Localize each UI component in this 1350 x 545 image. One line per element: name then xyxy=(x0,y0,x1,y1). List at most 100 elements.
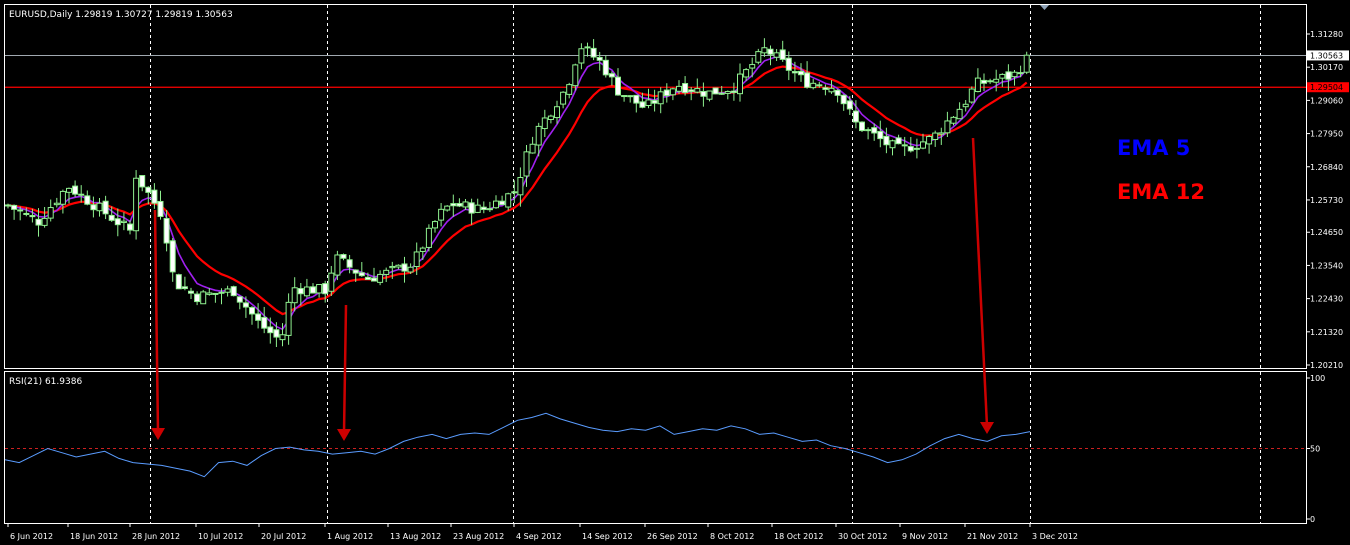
candle-body xyxy=(267,326,274,334)
date-tick-label: 23 Aug 2012 xyxy=(453,532,504,541)
candle-body xyxy=(517,176,524,196)
candle-body xyxy=(755,51,762,63)
candle-body xyxy=(718,92,725,95)
date-tick-label: 8 Oct 2012 xyxy=(710,532,754,541)
candle-body xyxy=(114,218,121,226)
candle-body xyxy=(102,200,109,215)
candle-body xyxy=(639,101,646,108)
candle-body xyxy=(41,217,48,226)
price-tick-label: 1.27950 xyxy=(1310,130,1343,139)
price-tick-label: 1.30170 xyxy=(1310,63,1343,72)
candle-body xyxy=(364,276,371,280)
candle-body xyxy=(29,215,36,218)
candle-body xyxy=(834,89,841,96)
candle-body xyxy=(78,193,85,196)
candle-body xyxy=(480,206,487,211)
candle-body xyxy=(932,132,939,140)
candle-body xyxy=(511,191,518,194)
candle-body xyxy=(889,140,896,149)
candle-body xyxy=(560,91,567,105)
candle-body xyxy=(926,136,933,145)
candle-body xyxy=(962,103,969,108)
candle-body xyxy=(188,290,194,294)
candle-body xyxy=(206,292,213,295)
candle-body xyxy=(96,202,103,212)
candle-body xyxy=(5,204,11,207)
candle-body xyxy=(913,147,920,150)
candle-body xyxy=(767,48,774,55)
candle-body xyxy=(871,127,878,134)
rsi-tick-label: 50 xyxy=(1310,445,1320,454)
candle-body xyxy=(645,99,652,106)
candle-body xyxy=(261,317,268,329)
candle-body xyxy=(17,209,24,212)
candle-body xyxy=(846,100,853,110)
price-tick-label: 1.26840 xyxy=(1310,163,1343,172)
price-tick-label: 1.22430 xyxy=(1310,295,1343,304)
candle-body xyxy=(663,89,670,97)
candle-body xyxy=(151,189,158,204)
candle-body xyxy=(47,207,54,219)
candle-body xyxy=(291,287,298,304)
candle-body xyxy=(310,286,316,294)
vertical-gridlines xyxy=(150,5,1261,523)
eurusd-chart: 1.20210 1.21320 1.22430 1.23540 1.24650 1.257… xyxy=(4,4,1349,541)
candle-body xyxy=(218,291,225,294)
candle-body xyxy=(602,59,609,76)
candle-body xyxy=(974,77,981,93)
candle-body xyxy=(981,79,987,84)
scroll-marker-icon[interactable] xyxy=(1040,5,1049,10)
candle-body xyxy=(865,129,872,132)
arrow-shaft xyxy=(153,209,160,433)
rsi-tick-label: 100 xyxy=(1310,374,1325,383)
candle-body xyxy=(907,146,914,152)
candle-body xyxy=(181,286,188,290)
candle-body xyxy=(212,292,219,295)
candle-body xyxy=(505,193,512,208)
candle-body xyxy=(72,185,79,195)
legend-ema5: EMA 5 xyxy=(1117,136,1190,160)
candle-body xyxy=(285,301,292,336)
candle-body xyxy=(35,218,42,226)
candle-body xyxy=(773,52,780,58)
candle-body xyxy=(224,288,231,293)
date-tick-label: 1 Aug 2012 xyxy=(327,532,373,541)
candle-body xyxy=(706,90,713,100)
candle-body xyxy=(371,277,377,282)
candle-body xyxy=(316,284,323,294)
arrow-head-icon xyxy=(337,429,351,441)
candle-body xyxy=(1005,71,1012,80)
candle-body xyxy=(120,220,127,224)
candle-body xyxy=(230,286,237,297)
candle-body xyxy=(139,175,146,188)
candle-body xyxy=(877,130,884,140)
candle-body xyxy=(840,94,847,105)
candle-body xyxy=(785,57,792,71)
candle-body xyxy=(352,269,359,274)
price-tick-label: 1.21320 xyxy=(1310,328,1343,337)
candle-body xyxy=(523,151,530,177)
date-tick-label: 30 Oct 2012 xyxy=(838,532,887,541)
candle-body xyxy=(340,254,347,259)
candle-body xyxy=(987,80,994,83)
arrow-head-icon xyxy=(980,422,994,434)
candle-body xyxy=(468,202,475,214)
candle-body xyxy=(700,90,707,97)
candle-body xyxy=(1011,71,1018,78)
candle-body xyxy=(590,47,597,58)
candle-body xyxy=(407,266,414,273)
candle-body xyxy=(682,83,689,94)
candle-body xyxy=(474,204,481,213)
candle-body xyxy=(157,200,164,217)
axes-labels: 1.20210 1.21320 1.22430 1.23540 1.24650 1.257… xyxy=(7,30,1349,541)
candle-body xyxy=(456,203,463,207)
candle-body xyxy=(688,89,695,93)
date-tick-label: 10 Jul 2012 xyxy=(198,532,243,541)
candle-body xyxy=(1023,54,1030,73)
candle-body xyxy=(779,49,786,60)
date-tick-label: 28 Jun 2012 xyxy=(132,532,180,541)
candle-body xyxy=(90,204,97,211)
candle-body xyxy=(303,286,310,297)
rsi-tick-label: 0 xyxy=(1310,515,1315,524)
legend-ema12: EMA 12 xyxy=(1117,180,1205,204)
